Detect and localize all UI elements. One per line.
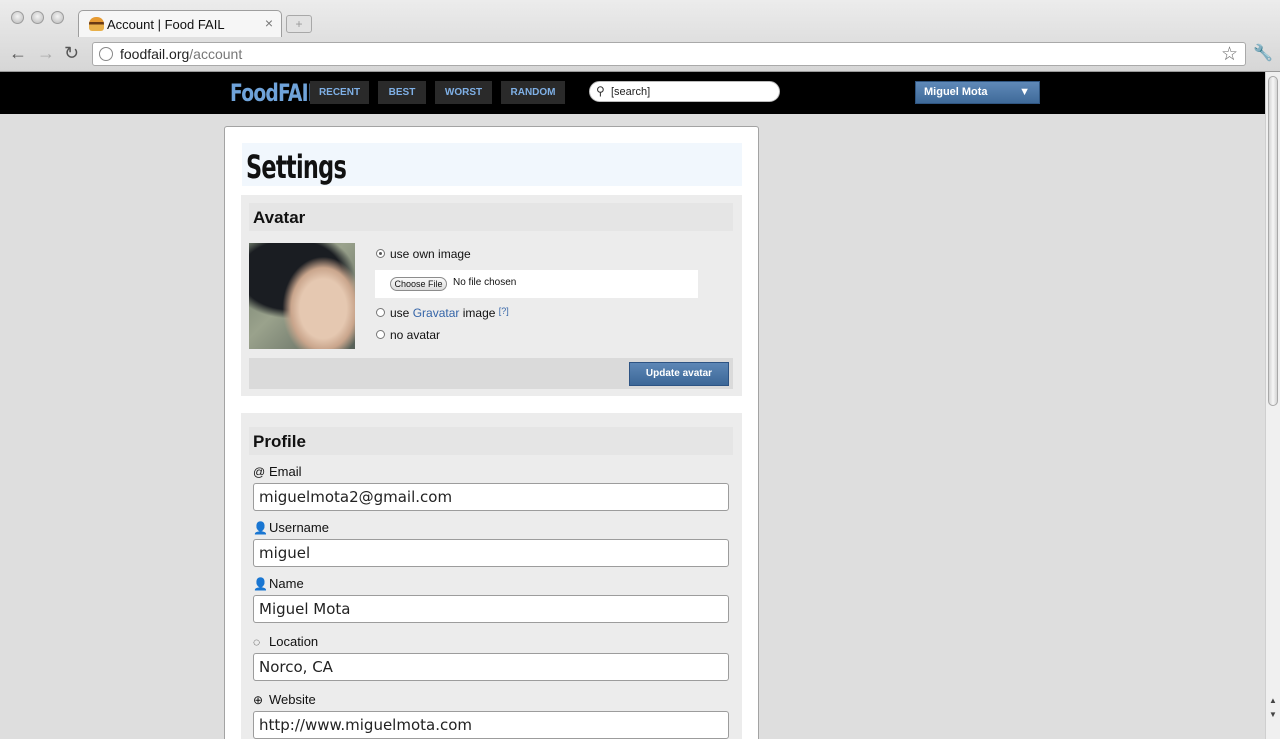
page-scrollbar[interactable]: ▲ ▼ [1265, 72, 1280, 739]
browser-tab[interactable]: Account | Food FAIL × [78, 10, 282, 37]
zoom-window-icon[interactable] [51, 11, 64, 24]
avatar-footer: Update avatar [249, 358, 733, 389]
page-title-bar: Settings [242, 143, 742, 186]
gravatar-link[interactable]: Gravatar [413, 306, 460, 320]
site-logo[interactable]: FoodFAIL [230, 79, 320, 107]
choose-file-button[interactable]: Choose File [390, 277, 447, 291]
scroll-up-icon[interactable]: ▲ [1269, 696, 1277, 705]
back-icon[interactable]: ← [9, 43, 27, 63]
nav-best[interactable]: BEST [378, 81, 426, 104]
close-window-icon[interactable] [11, 11, 24, 24]
user-icon: 👤 [253, 521, 268, 535]
user-menu-dropdown[interactable]: Miguel Mota ▼ [915, 81, 1040, 104]
radio-own-image[interactable] [376, 249, 385, 259]
wrench-menu-icon[interactable]: 🔧 [1253, 43, 1273, 63]
new-tab-button[interactable]: + [286, 15, 312, 33]
at-icon: @ [253, 465, 266, 479]
update-avatar-button[interactable]: Update avatar [629, 362, 729, 386]
website-label: ⊕ Website [253, 692, 316, 707]
site-header: FoodFAIL RECENT BEST WORST RANDOM ⚲ Migu… [0, 72, 1265, 114]
profile-section-header: Profile [249, 427, 733, 455]
minimize-window-icon[interactable] [31, 11, 44, 24]
globe-icon: ⊕ [253, 693, 264, 707]
nav-worst[interactable]: WORST [435, 81, 492, 104]
location-label: ◌ Location [253, 634, 319, 649]
profile-heading: Profile [253, 432, 306, 451]
url-text: foodfail.org/account [120, 46, 243, 62]
nav-recent[interactable]: RECENT [310, 81, 369, 104]
search-input[interactable] [611, 84, 771, 99]
search-icon: ⚲ [596, 84, 605, 98]
address-bar[interactable]: foodfail.org/account ☆ [92, 42, 1246, 66]
settings-panel: Settings Avatar use own image Choose Fil… [224, 126, 759, 739]
burger-favicon-icon [89, 17, 104, 31]
avatar-section: Avatar use own image Choose File No file… [241, 195, 742, 396]
option-no-avatar[interactable]: no avatar [376, 328, 440, 342]
username-label: 👤Username [253, 520, 329, 535]
option-gravatar[interactable]: use Gravatar image [?] [376, 306, 509, 320]
chevron-down-icon: ▼ [1019, 86, 1030, 98]
browser-chrome: Account | Food FAIL × + ← → ↻ foodfail.o… [0, 0, 1280, 72]
email-label: @ Email [253, 464, 302, 479]
user-icon: 👤 [253, 577, 268, 591]
location-field[interactable] [253, 653, 729, 681]
avatar-section-header: Avatar [249, 203, 733, 231]
name-label: 👤Name [253, 576, 304, 591]
tab-title: Account | Food FAIL [107, 17, 225, 32]
scroll-down-icon[interactable]: ▼ [1269, 710, 1277, 719]
page-title: Settings [246, 148, 347, 186]
avatar [249, 243, 355, 349]
email-field[interactable] [253, 483, 729, 511]
location-icon: ◌ [253, 635, 261, 649]
website-field[interactable] [253, 711, 729, 739]
radio-no-avatar[interactable] [376, 330, 385, 340]
name-field[interactable] [253, 595, 729, 623]
search-box: ⚲ [589, 81, 780, 102]
reload-icon[interactable]: ↻ [64, 43, 79, 63]
file-status: No file chosen [453, 277, 517, 288]
gravatar-help-link[interactable]: [?] [499, 306, 509, 316]
tab-close-icon[interactable]: × [265, 15, 273, 31]
forward-icon[interactable]: → [37, 43, 55, 63]
profile-section: Profile @Email 👤Username 👤Name ◌Location… [241, 413, 742, 739]
file-upload-row: Choose File No file chosen [375, 270, 698, 298]
nav-random[interactable]: RANDOM [501, 81, 565, 104]
bookmark-star-icon[interactable]: ☆ [1221, 43, 1238, 66]
user-menu-label: Miguel Mota [924, 86, 988, 98]
option-own-image[interactable]: use own image [376, 247, 471, 261]
scroll-thumb[interactable] [1268, 76, 1278, 406]
page-info-icon[interactable] [99, 47, 113, 61]
avatar-heading: Avatar [253, 208, 306, 227]
radio-gravatar[interactable] [376, 308, 385, 318]
username-field[interactable] [253, 539, 729, 567]
